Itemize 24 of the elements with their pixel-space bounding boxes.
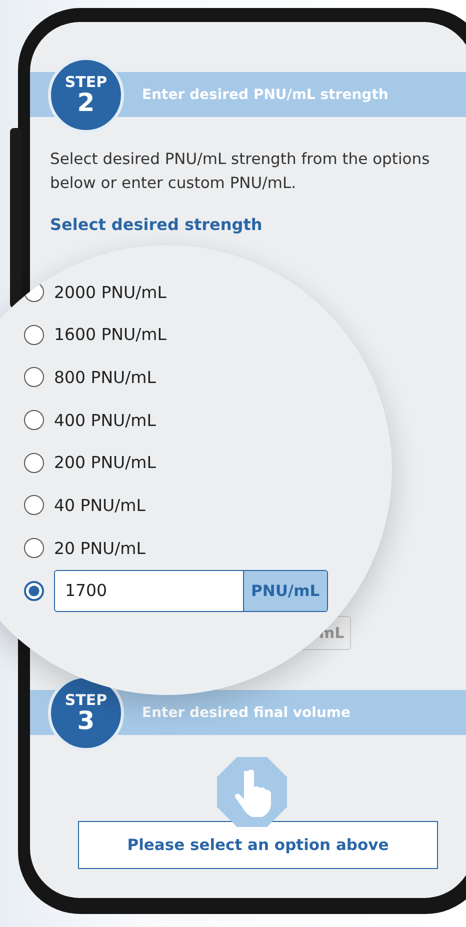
radio-button[interactable] xyxy=(24,410,44,430)
step-label: STEP xyxy=(64,692,108,708)
instructions-text: Select desired PNU/mL strength from the options below or enter custom PNU/mL. xyxy=(50,149,431,194)
step-title: Enter desired final volume xyxy=(142,704,350,720)
option-label: 40 PNU/mL xyxy=(54,496,146,515)
section-heading: Select desired strength xyxy=(50,215,264,234)
pointing-hand-icon xyxy=(217,757,287,827)
step-number: 3 xyxy=(77,708,95,734)
step-number: 2 xyxy=(77,90,95,116)
step-label: STEP xyxy=(64,74,108,90)
radio-button[interactable] xyxy=(24,324,44,345)
option-label: 2000 PNU/mL xyxy=(54,282,166,302)
option-label: 800 PNU/mL xyxy=(54,368,156,387)
radio-button[interactable] xyxy=(24,495,44,516)
radio-button[interactable] xyxy=(24,580,44,601)
radio-button[interactable] xyxy=(24,452,44,473)
step-title: Enter desired PNU/mL strength xyxy=(142,86,388,102)
option-label: 20 PNU/mL xyxy=(54,538,146,558)
radio-button[interactable] xyxy=(24,538,44,558)
option-label: 400 PNU/mL xyxy=(54,410,156,430)
select-option-button[interactable]: Please select an option above xyxy=(78,821,438,869)
radio-button[interactable] xyxy=(24,367,44,388)
option-label: 1600 PNU/mL xyxy=(54,325,166,344)
option-label: 200 PNU/mL xyxy=(54,453,156,472)
